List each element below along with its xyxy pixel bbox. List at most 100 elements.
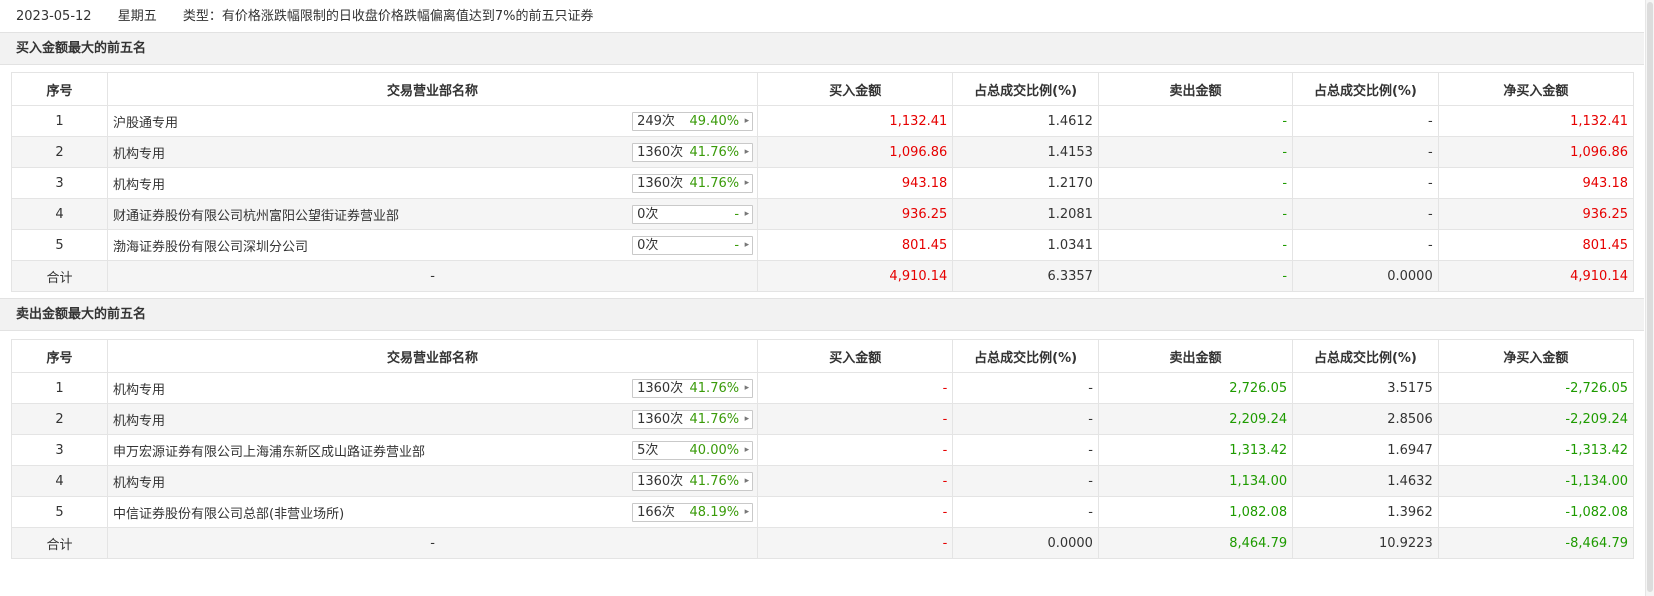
branch-name-cell: 机构专用 1360次 41.76% ▸ <box>107 403 759 435</box>
branch-name-link[interactable]: 机构专用 <box>113 476 165 491</box>
row-index: 1 <box>10 105 109 137</box>
buy-ratio: - <box>952 465 1099 497</box>
success-rate: 40.00% <box>689 443 740 458</box>
sell-ratio: - <box>1292 167 1439 199</box>
col-header-index: 序号 <box>10 72 109 106</box>
branch-name-link[interactable]: 机构专用 <box>113 383 165 398</box>
branch-name-cell: 财通证券股份有限公司杭州富阳公望街证券营业部 0次 - ▸ <box>107 198 759 230</box>
buy-amount: 801.45 <box>757 229 954 261</box>
total-row: 合计 - -0.0000 8,464.79 10.9223 -8,464.79 <box>10 527 1635 559</box>
table-row: 5 渤海证券股份有限公司深圳分公司 0次 - ▸ 801.45 1.0341- -801.45 <box>10 229 1635 261</box>
total-buy-amount: - <box>757 527 954 559</box>
branch-name-cell: 申万宏源证券有限公司上海浦东新区成山路证券营业部 5次 40.00% ▸ <box>107 434 759 466</box>
branch-stats-button[interactable]: 1360次 41.76% ▸ <box>632 143 754 162</box>
branch-stats-button[interactable]: 1360次 41.76% ▸ <box>632 472 754 491</box>
caret-right-icon: ▸ <box>744 414 750 424</box>
sell-amount: 2,209.24 <box>1097 403 1294 435</box>
success-rate: 49.40% <box>689 114 740 129</box>
row-index: 4 <box>10 198 109 230</box>
branch-name-cell: 沪股通专用 249次 49.40% ▸ <box>107 105 759 137</box>
branch-stats-button[interactable]: 1360次 41.76% ▸ <box>632 410 754 429</box>
branch-name-link[interactable]: 申万宏源证券有限公司上海浦东新区成山路证券营业部 <box>113 445 425 460</box>
table-row: 1 沪股通专用 249次 49.40% ▸ 1,132.41 1.4612- -1,132.4… <box>10 105 1635 137</box>
branch-stats-button[interactable]: 0次 - ▸ <box>632 205 754 224</box>
buy-amount: 936.25 <box>757 198 954 230</box>
branch-name-link[interactable]: 机构专用 <box>113 414 165 429</box>
caret-right-icon: ▸ <box>744 178 750 188</box>
vertical-scrollbar[interactable] <box>1645 0 1654 596</box>
total-row: 合计 -4,910.14 6.3357-0.0000 4,910.14 <box>10 260 1635 292</box>
caret-right-icon: ▸ <box>744 147 750 157</box>
branch-stats-button[interactable]: 166次 48.19% ▸ <box>632 503 754 522</box>
buy-amount: 1,132.41 <box>757 105 954 137</box>
branch-name-cell: 渤海证券股份有限公司深圳分公司 0次 - ▸ <box>107 229 759 261</box>
branch-name-cell: 中信证券股份有限公司总部(非营业场所) 166次 48.19% ▸ <box>107 496 759 528</box>
buy-amount: - <box>757 496 954 528</box>
net-buy-amount: -2,209.24 <box>1437 403 1635 435</box>
branch-name-cell: 机构专用 1360次 41.76% ▸ <box>107 167 759 199</box>
sell-top5-table: 序号 交易营业部名称 买入金额 占总成交比例(%) 卖出金额 占总成交比例(%)… <box>10 339 1635 559</box>
table-row: 3 机构专用 1360次 41.76% ▸ 943.18 1.2170- -943.18 <box>10 167 1635 199</box>
row-index: 5 <box>10 496 109 528</box>
caret-right-icon: ▸ <box>744 209 750 219</box>
branch-name-cell: 机构专用 1360次 41.76% ▸ <box>107 136 759 168</box>
col-header-index: 序号 <box>10 339 109 373</box>
caret-right-icon: ▸ <box>744 507 750 517</box>
buy-ratio: - <box>952 403 1099 435</box>
total-buy-amount: 4,910.14 <box>757 260 954 292</box>
sell-amount: 1,134.00 <box>1097 465 1294 497</box>
branch-name-link[interactable]: 机构专用 <box>113 178 165 193</box>
branch-name-link[interactable]: 沪股通专用 <box>113 116 178 131</box>
total-sell-ratio: 0.0000 <box>1292 260 1439 292</box>
branch-stats-button[interactable]: 1360次 41.76% ▸ <box>632 379 754 398</box>
sell-ratio: 1.3962 <box>1292 496 1439 528</box>
col-header-sell-ratio: 占总成交比例(%) <box>1292 72 1439 106</box>
sell-amount: - <box>1097 105 1294 137</box>
sell-ratio: - <box>1292 105 1439 137</box>
branch-name-link[interactable]: 渤海证券股份有限公司深圳分公司 <box>113 240 308 255</box>
sell-ratio: - <box>1292 229 1439 261</box>
sell-ratio: 3.5175 <box>1292 372 1439 404</box>
buy-ratio: 1.4612 <box>952 105 1099 137</box>
total-buy-ratio: 6.3357 <box>952 260 1099 292</box>
table-row: 2 机构专用 1360次 41.76% ▸ - -2,209.24 2.8506 -2,209.… <box>10 403 1635 435</box>
table-header-row: 序号 交易营业部名称 买入金额 占总成交比例(%) 卖出金额 占总成交比例(%)… <box>10 72 1635 106</box>
listing-count: 1360次 <box>637 176 684 191</box>
col-header-buy-ratio: 占总成交比例(%) <box>952 339 1099 373</box>
scrollbar-thumb[interactable] <box>1647 2 1653 592</box>
net-buy-amount: 1,132.41 <box>1437 105 1635 137</box>
buy-ratio: - <box>952 434 1099 466</box>
total-buy-ratio: 0.0000 <box>952 527 1099 559</box>
branch-stats-button[interactable]: 249次 49.40% ▸ <box>632 112 754 131</box>
col-header-sell-ratio: 占总成交比例(%) <box>1292 339 1439 373</box>
trade-weekday: 星期五 <box>117 9 157 24</box>
branch-stats-button[interactable]: 0次 - ▸ <box>632 236 754 255</box>
branch-name-link[interactable]: 财通证券股份有限公司杭州富阳公望街证券营业部 <box>113 209 399 224</box>
buy-ratio: 1.2170 <box>952 167 1099 199</box>
net-buy-amount: -1,313.42 <box>1437 434 1635 466</box>
buy-ratio: 1.0341 <box>952 229 1099 261</box>
col-header-net-buy: 净买入金额 <box>1437 72 1635 106</box>
total-net-buy: 4,910.14 <box>1437 260 1635 292</box>
col-header-buy-amount: 买入金额 <box>757 339 954 373</box>
branch-name-link[interactable]: 中信证券股份有限公司总部(非营业场所) <box>113 507 344 522</box>
caret-right-icon: ▸ <box>744 116 750 126</box>
branch-stats-button[interactable]: 5次 40.00% ▸ <box>632 441 754 460</box>
col-header-net-buy: 净买入金额 <box>1437 339 1635 373</box>
table-row: 5 中信证券股份有限公司总部(非营业场所) 166次 48.19% ▸ - -1,082.0… <box>10 496 1635 528</box>
buy-amount: - <box>757 465 954 497</box>
sell-amount: - <box>1097 136 1294 168</box>
caret-right-icon: ▸ <box>744 240 750 250</box>
sell-amount: - <box>1097 229 1294 261</box>
total-label: 合计 <box>10 260 109 292</box>
buy-amount: - <box>757 434 954 466</box>
table-row: 3 申万宏源证券有限公司上海浦东新区成山路证券营业部 5次 40.00% ▸ - -1,31… <box>10 434 1635 466</box>
list-type: 类型：有价格涨跌幅限制的日收盘价格跌幅偏离值达到7%的前五只证券 <box>182 9 594 24</box>
col-header-buy-ratio: 占总成交比例(%) <box>952 72 1099 106</box>
branch-stats-button[interactable]: 1360次 41.76% ▸ <box>632 174 754 193</box>
buy-ratio: 1.4153 <box>952 136 1099 168</box>
table-row: 2 机构专用 1360次 41.76% ▸ 1,096.86 1.4153- -1,096.8… <box>10 136 1635 168</box>
row-index: 2 <box>10 403 109 435</box>
table-row: 4 机构专用 1360次 41.76% ▸ - -1,134.00 1.4632 -1,134.… <box>10 465 1635 497</box>
branch-name-link[interactable]: 机构专用 <box>113 147 165 162</box>
